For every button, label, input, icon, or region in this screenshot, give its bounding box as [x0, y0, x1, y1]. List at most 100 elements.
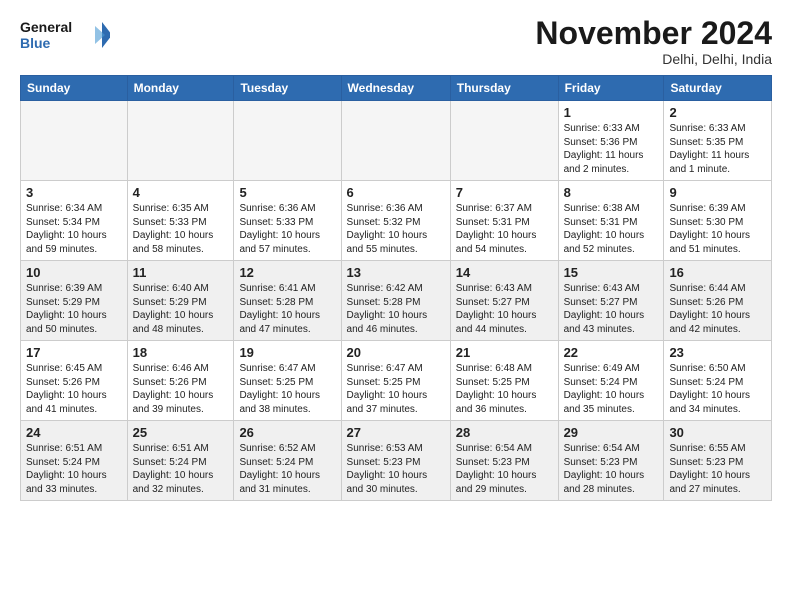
calendar-cell: 10Sunrise: 6:39 AMSunset: 5:29 PMDayligh…: [21, 261, 128, 341]
day-info: Sunrise: 6:39 AMSunset: 5:29 PMDaylight:…: [26, 282, 122, 336]
calendar-cell: [127, 101, 234, 181]
calendar-cell: [341, 101, 450, 181]
page: General Blue November 2024 Delhi, Delhi,…: [0, 0, 792, 517]
svg-text:Blue: Blue: [20, 35, 51, 51]
day-info: Sunrise: 6:53 AMSunset: 5:23 PMDaylight:…: [347, 442, 445, 496]
calendar-cell: 26 Sunrise: 6:52 AMSunset: 5:24 PMDayligh…: [234, 421, 341, 501]
day-info: Sunrise: 6:43 AMSunset: 5:27 PMDaylight:…: [456, 282, 553, 336]
calendar-week-0: 1 Sunrise: 6:33 AMSunset: 5:36 PMDaylight…: [21, 101, 772, 181]
calendar-cell: 9 Sunrise: 6:39 AMSunset: 5:30 PMDaylight…: [664, 181, 772, 261]
day-number: 26: [239, 425, 335, 440]
calendar-cell: [21, 101, 128, 181]
calendar-cell: 11Sunrise: 6:40 AMSunset: 5:29 PMDayligh…: [127, 261, 234, 341]
day-info: Sunrise: 6:36 AMSunset: 5:33 PMDaylight:…: [239, 202, 335, 256]
day-info: Sunrise: 6:35 AMSunset: 5:33 PMDaylight:…: [133, 202, 229, 256]
day-number: 1: [564, 105, 659, 120]
day-info: Sunrise: 6:55 AMSunset: 5:23 PMDaylight:…: [669, 442, 766, 496]
day-info: Sunrise: 6:51 AMSunset: 5:24 PMDaylight:…: [133, 442, 229, 496]
day-info: Sunrise: 6:34 AMSunset: 5:34 PMDaylight:…: [26, 202, 122, 256]
day-number: 27: [347, 425, 445, 440]
day-number: 21: [456, 345, 553, 360]
calendar-cell: 6Sunrise: 6:36 AMSunset: 5:32 PMDaylight…: [341, 181, 450, 261]
calendar-cell: 27 Sunrise: 6:53 AMSunset: 5:23 PMDayligh…: [341, 421, 450, 501]
calendar-cell: [234, 101, 341, 181]
day-number: 3: [26, 185, 122, 200]
day-number: 15: [564, 265, 659, 280]
calendar-cell: 2 Sunrise: 6:33 AMSunset: 5:35 PMDaylight…: [664, 101, 772, 181]
calendar-cell: 28 Sunrise: 6:54 AMSunset: 5:23 PMDayligh…: [450, 421, 558, 501]
day-info: Sunrise: 6:38 AMSunset: 5:31 PMDaylight:…: [564, 202, 659, 256]
logo-svg: General Blue: [20, 16, 110, 54]
calendar-cell: 3 Sunrise: 6:34 AMSunset: 5:34 PMDaylight…: [21, 181, 128, 261]
day-number: 22: [564, 345, 659, 360]
day-info: Sunrise: 6:33 AMSunset: 5:35 PMDaylight:…: [669, 122, 766, 176]
location: Delhi, Delhi, India: [535, 51, 772, 67]
calendar-week-2: 10Sunrise: 6:39 AMSunset: 5:29 PMDayligh…: [21, 261, 772, 341]
day-info: Sunrise: 6:46 AMSunset: 5:26 PMDaylight:…: [133, 362, 229, 416]
day-info: Sunrise: 6:45 AMSunset: 5:26 PMDaylight:…: [26, 362, 122, 416]
day-number: 25: [133, 425, 229, 440]
day-info: Sunrise: 6:41 AMSunset: 5:28 PMDaylight:…: [239, 282, 335, 336]
calendar-cell: 4 Sunrise: 6:35 AMSunset: 5:33 PMDaylight…: [127, 181, 234, 261]
calendar-cell: 23 Sunrise: 6:50 AMSunset: 5:24 PMDayligh…: [664, 341, 772, 421]
day-info: Sunrise: 6:54 AMSunset: 5:23 PMDaylight:…: [456, 442, 553, 496]
logo: General Blue: [20, 16, 110, 54]
calendar-cell: 15Sunrise: 6:43 AMSunset: 5:27 PMDayligh…: [558, 261, 664, 341]
day-info: Sunrise: 6:42 AMSunset: 5:28 PMDaylight:…: [347, 282, 445, 336]
calendar-cell: 1 Sunrise: 6:33 AMSunset: 5:36 PMDaylight…: [558, 101, 664, 181]
day-number: 7: [456, 185, 553, 200]
day-number: 14: [456, 265, 553, 280]
title-block: November 2024 Delhi, Delhi, India: [535, 16, 772, 67]
header-wednesday: Wednesday: [341, 76, 450, 101]
day-number: 11: [133, 265, 229, 280]
day-number: 19: [239, 345, 335, 360]
calendar-cell: 25 Sunrise: 6:51 AMSunset: 5:24 PMDayligh…: [127, 421, 234, 501]
calendar-cell: 22 Sunrise: 6:49 AMSunset: 5:24 PMDayligh…: [558, 341, 664, 421]
day-number: 9: [669, 185, 766, 200]
header-row: General Blue November 2024 Delhi, Delhi,…: [20, 16, 772, 67]
calendar-cell: 24 Sunrise: 6:51 AMSunset: 5:24 PMDayligh…: [21, 421, 128, 501]
day-number: 6: [347, 185, 445, 200]
calendar-week-1: 3 Sunrise: 6:34 AMSunset: 5:34 PMDaylight…: [21, 181, 772, 261]
calendar-week-3: 17 Sunrise: 6:45 AMSunset: 5:26 PMDayligh…: [21, 341, 772, 421]
calendar-cell: 17 Sunrise: 6:45 AMSunset: 5:26 PMDayligh…: [21, 341, 128, 421]
svg-text:General: General: [20, 19, 72, 35]
day-info: Sunrise: 6:50 AMSunset: 5:24 PMDaylight:…: [669, 362, 766, 416]
day-number: 2: [669, 105, 766, 120]
header-thursday: Thursday: [450, 76, 558, 101]
calendar-cell: 5Sunrise: 6:36 AMSunset: 5:33 PMDaylight…: [234, 181, 341, 261]
calendar: Sunday Monday Tuesday Wednesday Thursday…: [20, 75, 772, 501]
day-info: Sunrise: 6:33 AMSunset: 5:36 PMDaylight:…: [564, 122, 659, 176]
day-info: Sunrise: 6:52 AMSunset: 5:24 PMDaylight:…: [239, 442, 335, 496]
day-info: Sunrise: 6:49 AMSunset: 5:24 PMDaylight:…: [564, 362, 659, 416]
calendar-header-row: Sunday Monday Tuesday Wednesday Thursday…: [21, 76, 772, 101]
day-number: 4: [133, 185, 229, 200]
day-info: Sunrise: 6:51 AMSunset: 5:24 PMDaylight:…: [26, 442, 122, 496]
day-number: 23: [669, 345, 766, 360]
day-number: 18: [133, 345, 229, 360]
calendar-cell: 20Sunrise: 6:47 AMSunset: 5:25 PMDayligh…: [341, 341, 450, 421]
calendar-cell: 12Sunrise: 6:41 AMSunset: 5:28 PMDayligh…: [234, 261, 341, 341]
day-info: Sunrise: 6:48 AMSunset: 5:25 PMDaylight:…: [456, 362, 553, 416]
day-info: Sunrise: 6:39 AMSunset: 5:30 PMDaylight:…: [669, 202, 766, 256]
day-number: 13: [347, 265, 445, 280]
header-monday: Monday: [127, 76, 234, 101]
calendar-cell: 19 Sunrise: 6:47 AMSunset: 5:25 PMDayligh…: [234, 341, 341, 421]
day-info: Sunrise: 6:44 AMSunset: 5:26 PMDaylight:…: [669, 282, 766, 336]
calendar-week-4: 24 Sunrise: 6:51 AMSunset: 5:24 PMDayligh…: [21, 421, 772, 501]
day-info: Sunrise: 6:47 AMSunset: 5:25 PMDaylight:…: [239, 362, 335, 416]
day-number: 17: [26, 345, 122, 360]
calendar-cell: [450, 101, 558, 181]
day-number: 16: [669, 265, 766, 280]
calendar-cell: 13 Sunrise: 6:42 AMSunset: 5:28 PMDayligh…: [341, 261, 450, 341]
day-number: 29: [564, 425, 659, 440]
header-saturday: Saturday: [664, 76, 772, 101]
calendar-cell: 29Sunrise: 6:54 AMSunset: 5:23 PMDayligh…: [558, 421, 664, 501]
month-title: November 2024: [535, 16, 772, 51]
calendar-cell: 21 Sunrise: 6:48 AMSunset: 5:25 PMDayligh…: [450, 341, 558, 421]
calendar-cell: 7Sunrise: 6:37 AMSunset: 5:31 PMDaylight…: [450, 181, 558, 261]
day-number: 28: [456, 425, 553, 440]
day-number: 24: [26, 425, 122, 440]
day-info: Sunrise: 6:47 AMSunset: 5:25 PMDaylight:…: [347, 362, 445, 416]
calendar-cell: 16 Sunrise: 6:44 AMSunset: 5:26 PMDayligh…: [664, 261, 772, 341]
